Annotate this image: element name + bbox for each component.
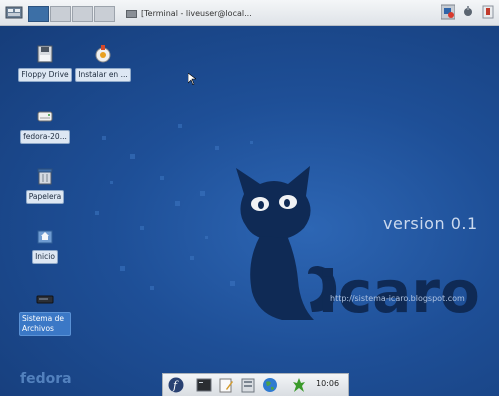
taskbar-terminal-item[interactable]: [Terminal - liveuser@local... [126, 6, 252, 21]
installer-desktop-icon[interactable]: Instalar en ... [74, 44, 132, 82]
fedora-menu-icon[interactable]: f [168, 377, 184, 393]
removable-drive-icon [37, 111, 53, 122]
bottom-dock: f 10:06 [162, 373, 349, 396]
version-label: version 0.1 [383, 214, 478, 233]
terminal-window-icon [126, 9, 137, 18]
workspace-3[interactable] [72, 6, 93, 22]
trash-desktop-icon[interactable]: Papelera [16, 166, 74, 204]
fedora-watermark: fedora [20, 371, 72, 387]
floppy-drive-icon [37, 45, 53, 63]
workspace-2[interactable] [50, 6, 71, 22]
logo-wordmark: icaro [318, 258, 480, 326]
text-editor-icon[interactable] [218, 377, 234, 393]
trash-icon [37, 168, 53, 185]
icaro-app-icon[interactable] [291, 377, 307, 393]
filesystem-desktop-icon[interactable]: Sistema de Archivos [16, 288, 74, 336]
hard-drive-icon [36, 295, 54, 304]
network-icon[interactable] [441, 4, 455, 20]
home-desktop-icon[interactable]: Inicio [16, 226, 74, 264]
web-browser-icon[interactable] [262, 377, 278, 393]
file-manager-icon[interactable] [240, 377, 256, 393]
icon-label: fedora-20... [20, 130, 70, 144]
clock[interactable]: 10:06 [316, 379, 339, 388]
icon-label: Sistema de Archivos [19, 312, 71, 336]
mouse-pointer-icon [188, 73, 196, 85]
terminal-icon[interactable] [196, 377, 212, 393]
power-icon[interactable] [481, 4, 495, 20]
installer-icon [95, 45, 111, 63]
icon-label: Inicio [32, 250, 58, 264]
icon-label: Floppy Drive [18, 68, 72, 82]
volume-icon[interactable] [461, 4, 475, 20]
top-panel: [Terminal - liveuser@local... [0, 0, 499, 26]
home-folder-icon [37, 230, 53, 244]
desktop[interactable]: Floppy Drive Instalar en ... fedora-20..… [0, 26, 499, 396]
applications-menu-icon[interactable] [5, 5, 23, 20]
icon-label: Papelera [25, 190, 65, 204]
workspace-4[interactable] [94, 6, 115, 22]
icon-label: Instalar en ... [75, 68, 131, 82]
floppy-drive-desktop-icon[interactable]: Floppy Drive [16, 44, 74, 82]
fedora-disk-desktop-icon[interactable]: fedora-20... [16, 106, 74, 144]
project-url: http://sistema-icaro.blogspot.com [330, 294, 465, 303]
system-tray [441, 4, 495, 20]
taskbar-item-label: [Terminal - liveuser@local... [141, 9, 252, 18]
workspace-1[interactable] [28, 6, 49, 22]
icaro-cat-logo: icaro [236, 166, 480, 326]
